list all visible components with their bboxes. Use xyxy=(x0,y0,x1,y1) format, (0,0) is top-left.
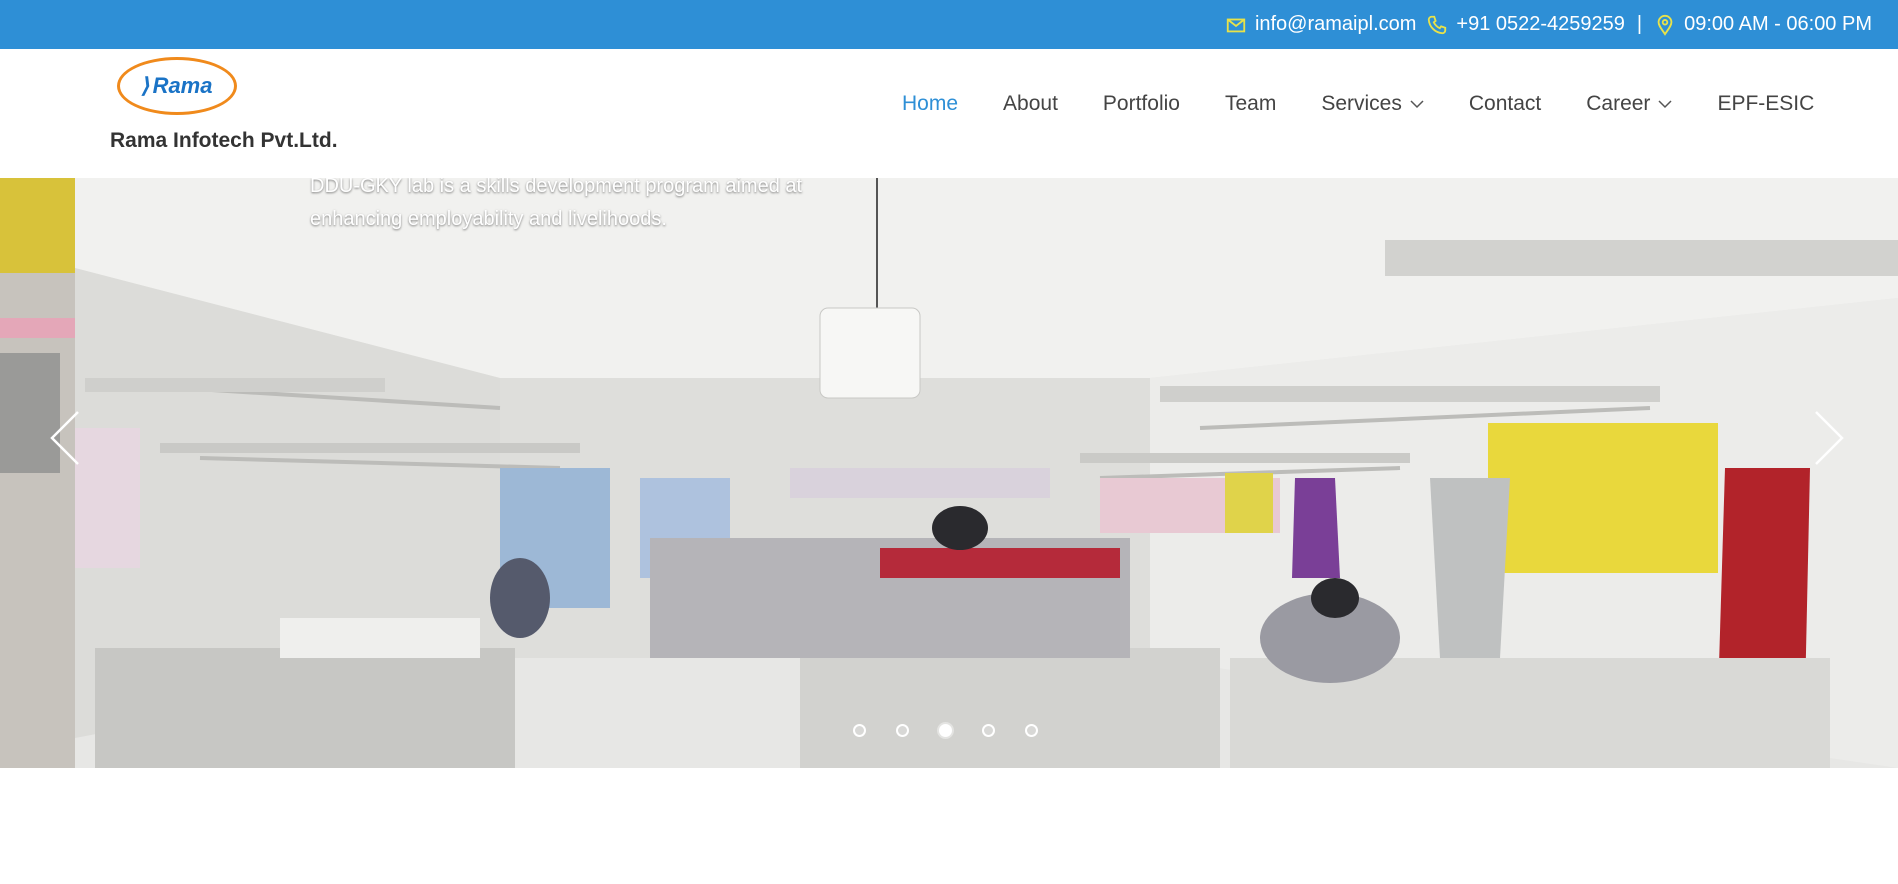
page-content-area xyxy=(0,768,1898,884)
phone-icon xyxy=(1428,15,1447,34)
caption-line-2: enhancing employability and livelihoods. xyxy=(310,208,667,230)
top-contact-bar: info@ramaipl.com +91 0522-4259259 | 09:0… xyxy=(0,0,1898,49)
chevron-left-icon[interactable] xyxy=(48,408,82,468)
company-logo[interactable]: ⟩ Rama xyxy=(117,57,237,115)
nav-contact[interactable]: Contact xyxy=(1469,92,1541,116)
nav-epf-esic-label[interactable]: EPF-ESIC xyxy=(1717,92,1814,116)
slide-dot-5[interactable] xyxy=(1025,724,1038,737)
nav-portfolio[interactable]: Portfolio xyxy=(1103,92,1180,116)
chevron-down-icon xyxy=(1658,100,1672,109)
nav-contact-label[interactable]: Contact xyxy=(1469,92,1541,116)
hours-text: 09:00 AM - 06:00 PM xyxy=(1684,13,1872,35)
company-name[interactable]: Rama Infotech Pvt.Ltd. xyxy=(110,129,338,153)
nav-about-label[interactable]: About xyxy=(1003,92,1058,116)
nav-team-label[interactable]: Team xyxy=(1225,92,1276,116)
nav-services[interactable]: Services xyxy=(1321,92,1424,116)
nav-team[interactable]: Team xyxy=(1225,92,1276,116)
nav-about[interactable]: About xyxy=(1003,92,1058,116)
logo-swoosh-icon: ⟩ xyxy=(141,73,152,98)
email-contact[interactable]: info@ramaipl.com xyxy=(1225,13,1416,36)
slide-dot-3[interactable] xyxy=(939,724,952,737)
location-pin-icon xyxy=(1657,14,1673,36)
nav-home[interactable]: Home xyxy=(902,92,958,116)
nav-career-label[interactable]: Career xyxy=(1586,92,1650,116)
phone-contact[interactable]: +91 0522-4259259 xyxy=(1426,13,1625,36)
envelope-icon xyxy=(1226,18,1246,32)
hours-info: 09:00 AM - 06:00 PM xyxy=(1654,13,1872,36)
hero-slider: DDU-GKY lab is a skills development prog… xyxy=(0,178,1898,768)
slide-dot-4[interactable] xyxy=(982,724,995,737)
contact-info: info@ramaipl.com +91 0522-4259259 | 09:0… xyxy=(1225,0,1872,49)
nav-career[interactable]: Career xyxy=(1586,92,1672,116)
chevron-down-icon xyxy=(1410,100,1424,109)
main-nav: Home About Portfolio Team Services Conta… xyxy=(902,92,1814,116)
nav-portfolio-label[interactable]: Portfolio xyxy=(1103,92,1180,116)
slide-photo xyxy=(0,178,1898,768)
slide-caption: DDU-GKY lab is a skills development prog… xyxy=(310,178,830,236)
caption-line-1: DDU-GKY lab is a skills development prog… xyxy=(310,178,803,197)
email-text[interactable]: info@ramaipl.com xyxy=(1255,13,1416,36)
slider-pagination xyxy=(853,724,1038,737)
nav-services-label[interactable]: Services xyxy=(1321,92,1402,116)
slide-dot-1[interactable] xyxy=(853,724,866,737)
phone-text[interactable]: +91 0522-4259259 xyxy=(1456,13,1625,36)
contact-separator: | xyxy=(1636,13,1643,35)
chevron-right-icon[interactable] xyxy=(1812,408,1846,468)
nav-epf-esic[interactable]: EPF-ESIC xyxy=(1717,92,1814,116)
slide-dot-2[interactable] xyxy=(896,724,909,737)
logo-text: Rama xyxy=(152,73,213,98)
nav-home-label[interactable]: Home xyxy=(902,92,958,116)
